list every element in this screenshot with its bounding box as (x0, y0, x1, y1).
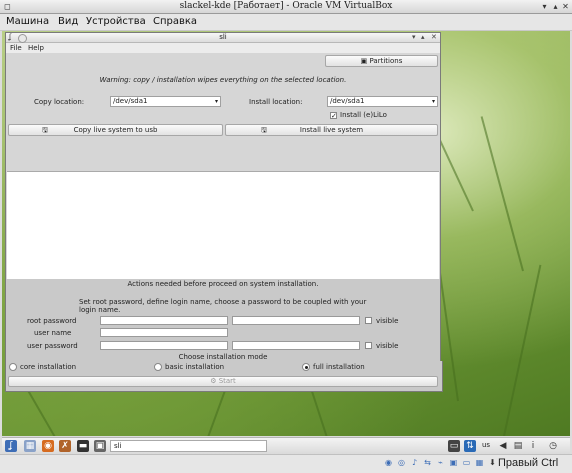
partitions-label: Partitions (369, 57, 403, 65)
install-location-select[interactable]: /dev/sda1 ▾ (327, 96, 438, 107)
copy-usb-label: Copy live system to usb (73, 126, 158, 134)
user-password-confirm-field[interactable] (232, 341, 360, 350)
floppy-icon: 🖫 (42, 126, 48, 134)
wallpaper-stalk (480, 116, 524, 272)
gear-icon: ⚙ (210, 377, 217, 385)
partitions-button[interactable]: ▣ Partitions (325, 55, 438, 67)
full-installation-label: full installation (313, 363, 365, 371)
hdd-icon[interactable]: ◉ (384, 458, 393, 468)
user-name-label: user name (34, 329, 72, 337)
copy-location-value: /dev/sda1 (113, 97, 148, 105)
chevron-down-icon: ▾ (214, 98, 218, 105)
display-icon[interactable]: ▭ (448, 440, 460, 452)
firefox-icon[interactable]: ◉ (42, 440, 54, 452)
root-visible-checkbox[interactable] (365, 317, 372, 324)
floppy-icon: 🖫 (261, 126, 267, 134)
file-manager-icon[interactable]: ▦ (24, 440, 36, 452)
install-location-value: /dev/sda1 (330, 97, 365, 105)
copy-location-label: Copy location: (34, 98, 85, 106)
basic-installation-radio[interactable] (154, 363, 162, 371)
minimize-icon[interactable]: ▾ (540, 2, 549, 11)
clock-icon[interactable]: ◷ (547, 440, 559, 452)
close-icon[interactable]: ✕ (561, 2, 570, 11)
copy-location-select[interactable]: /dev/sda1 ▾ (110, 96, 221, 107)
chevron-down-icon: ▾ (431, 98, 435, 105)
notification-icon[interactable]: i (527, 440, 539, 452)
menu-machine[interactable]: Машина (6, 16, 49, 27)
kde-launcher-icon[interactable]: ʆ (5, 440, 17, 452)
wallpaper-stalk (502, 264, 542, 436)
maximize-icon[interactable]: ▴ (421, 33, 425, 41)
menu-help[interactable]: Справка (153, 16, 197, 27)
actions-needed-text: Actions needed before proceed on system … (127, 280, 319, 288)
taskbar-task-sli[interactable]: sli (110, 440, 267, 452)
keyboard-layout[interactable]: us (482, 441, 490, 449)
shared-folder-icon[interactable]: ▣ (449, 458, 458, 468)
optical-drive-icon[interactable]: ◎ (397, 458, 406, 468)
root-password-field[interactable] (100, 316, 228, 325)
network-adapter-icon[interactable]: ⇆ (423, 458, 432, 468)
set-root-text: Set root password, define login name, ch… (79, 298, 367, 314)
warning-text: Warning: copy / installation wipes every… (99, 76, 347, 84)
start-label: Start (218, 377, 236, 385)
host-key-label: Правый Ctrl (498, 457, 559, 469)
video-capture-icon[interactable]: ▭ (462, 458, 471, 468)
vbox-statusbar: ◉ ◎ ♪ ⇆ ⌁ ▣ ▭ ▦ ⬇ Правый Ctrl (0, 454, 572, 473)
root-visible-label: visible (376, 317, 399, 325)
options-panel: Actions needed before proceed on system … (6, 279, 440, 361)
choose-mode-text: Choose installation mode (178, 353, 268, 361)
clipboard-icon[interactable]: ▤ (512, 440, 524, 452)
sli-window: ʆ sli ▾ ▴ ✕ File Help ▣ Partitions Warni… (5, 32, 441, 362)
sli-titlebar: ʆ sli ▾ ▴ ✕ (6, 33, 440, 43)
minimize-icon[interactable]: ▾ (412, 33, 416, 41)
close-icon[interactable]: ✕ (431, 33, 437, 41)
vbox-titlebar: ◻ slackel-kde [Работает] - Oracle VM Vir… (0, 0, 572, 14)
vbox-menubar: Машина Вид Устройства Справка (0, 14, 572, 31)
root-password-label: root password (27, 317, 77, 325)
user-visible-label: visible (376, 342, 399, 350)
install-live-button[interactable]: 🖫 Install live system (225, 124, 438, 136)
install-lilo-checkbox[interactable]: ✓ (330, 112, 337, 120)
user-password-label: user password (27, 342, 78, 350)
core-installation-label: core installation (20, 363, 77, 371)
terminal-icon[interactable]: ▬ (77, 440, 89, 452)
network-icon[interactable]: ⇅ (464, 440, 476, 452)
sli-task-icon[interactable]: ▣ (94, 440, 106, 452)
sli-menubar: File Help (6, 43, 440, 53)
cpu-icon[interactable]: ▦ (475, 458, 484, 468)
sli-title: sli (219, 33, 227, 41)
menu-view[interactable]: Вид (58, 16, 78, 27)
guest-taskbar: ʆ ▦ ◉ ✗ ▬ ▣ sli ▭ ⇅ us ◀ ▤ i ◷ (2, 437, 570, 454)
volume-icon[interactable]: ◀ (497, 440, 509, 452)
root-password-confirm-field[interactable] (232, 316, 360, 325)
guest-desktop: ʆ sli ▾ ▴ ✕ File Help ▣ Partitions Warni… (2, 31, 570, 436)
task-sli-label: sli (114, 442, 122, 450)
output-log-area[interactable] (7, 171, 439, 280)
audio-icon[interactable]: ♪ (410, 458, 419, 468)
install-live-label: Install live system (299, 126, 364, 134)
vbox-window-title: slackel-kde [Работает] - Oracle VM Virtu… (179, 1, 393, 11)
menu-file[interactable]: File (10, 44, 22, 52)
menu-help[interactable]: Help (28, 44, 44, 52)
full-installation-radio[interactable] (302, 363, 310, 371)
core-installation-radio[interactable] (9, 363, 17, 371)
user-name-field[interactable] (100, 328, 228, 337)
partitions-icon: ▣ (360, 57, 368, 65)
install-location-label: Install location: (249, 98, 303, 106)
install-lilo-label: Install (e)LiLo (340, 111, 387, 119)
maximize-icon[interactable]: ▴ (551, 2, 560, 11)
basic-installation-label: basic installation (165, 363, 225, 371)
user-visible-checkbox[interactable] (365, 342, 372, 349)
user-password-field[interactable] (100, 341, 228, 350)
menu-devices[interactable]: Устройства (86, 16, 146, 27)
usb-icon[interactable]: ⌁ (436, 458, 445, 468)
tools-icon[interactable]: ✗ (59, 440, 71, 452)
host-key-arrow-icon: ⬇ (489, 458, 496, 467)
mode-panel: core installation basic installation ful… (5, 361, 443, 392)
start-button[interactable]: ⚙ Start (8, 376, 438, 387)
copy-usb-button[interactable]: 🖫 Copy live system to usb (8, 124, 223, 136)
